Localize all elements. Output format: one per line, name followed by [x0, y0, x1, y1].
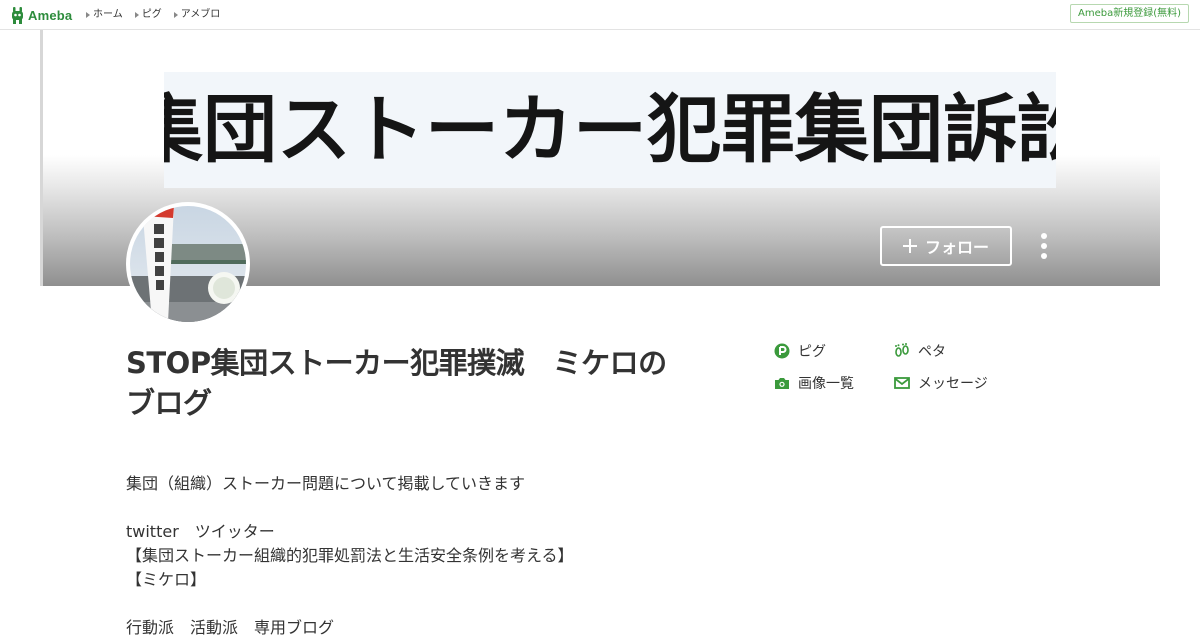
link-message-label: メッセージ	[918, 376, 988, 392]
profile-links: ピグ ペタ 画像一覧 メッセージ	[774, 342, 1014, 392]
link-peta[interactable]: ペタ	[894, 342, 1014, 360]
triangle-icon	[134, 12, 139, 18]
link-message[interactable]: メッセージ	[894, 374, 1014, 392]
cover-image: 集団ストーカー犯罪集団訴訟	[164, 72, 1056, 188]
nav-home[interactable]: ホーム	[86, 9, 123, 21]
footprint-icon	[895, 343, 909, 357]
link-pigg-label: ピグ	[798, 344, 826, 360]
kebab-dot-icon	[1041, 233, 1047, 239]
follow-button[interactable]: フォロー	[880, 226, 1012, 266]
blog-title[interactable]: STOP集団ストーカー犯罪撲滅 ミケロのブログ	[126, 343, 686, 423]
link-peta-label: ペタ	[918, 344, 946, 360]
triangle-icon	[86, 12, 90, 18]
avatar[interactable]	[126, 202, 250, 326]
plus-icon	[902, 239, 917, 253]
kebab-dot-icon	[1041, 253, 1047, 259]
nav-pigg[interactable]: ピグ	[134, 9, 162, 21]
top-nav: ホーム ピグ アメブロ	[86, 9, 220, 21]
link-images[interactable]: 画像一覧	[774, 374, 894, 392]
description-line: 集団（組織）ストーカー問題について掲載していきます	[126, 474, 526, 493]
description-line: 【集団ストーカー組織的犯罪処罰法と生活安全条例を考える】	[126, 546, 574, 565]
description-line: twitter ツイッター	[126, 522, 275, 541]
cover-divider	[40, 30, 43, 286]
top-bar: Ameba ホーム ピグ アメブロ Ameba新規登録(無料)	[0, 0, 1200, 30]
description-line: 行動派 活動派 専用ブログ	[126, 618, 335, 637]
pigg-icon	[774, 343, 790, 359]
kebab-dot-icon	[1041, 243, 1047, 249]
nav-ameblo-label: アメブロ	[180, 9, 221, 20]
ameba-logo[interactable]: Ameba	[10, 5, 72, 25]
mail-icon	[894, 377, 910, 389]
camera-icon	[775, 378, 789, 389]
logo-text: Ameba	[28, 7, 73, 23]
nav-pigg-label: ピグ	[141, 9, 162, 20]
description-line: 【ミケロ】	[126, 570, 207, 589]
description-line	[126, 592, 826, 616]
avatar-photo	[130, 206, 246, 322]
link-pigg[interactable]: ピグ	[774, 342, 894, 360]
nav-ameblo[interactable]: アメブロ	[173, 9, 221, 21]
blog-description: 集団（組織）ストーカー問題について掲載していきます twitter ツイッター …	[126, 472, 826, 640]
signup-button[interactable]: Ameba新規登録(無料)	[1069, 4, 1189, 23]
more-options-button[interactable]	[1034, 230, 1054, 262]
nav-home-label: ホーム	[93, 9, 123, 20]
ameba-mascot-icon	[12, 6, 23, 24]
description-line	[126, 496, 826, 520]
cover-title-text: 集団ストーカー犯罪集団訴訟	[164, 87, 1056, 173]
link-images-label: 画像一覧	[798, 376, 854, 392]
triangle-icon	[173, 12, 178, 18]
follow-label: フォロー	[924, 238, 989, 257]
